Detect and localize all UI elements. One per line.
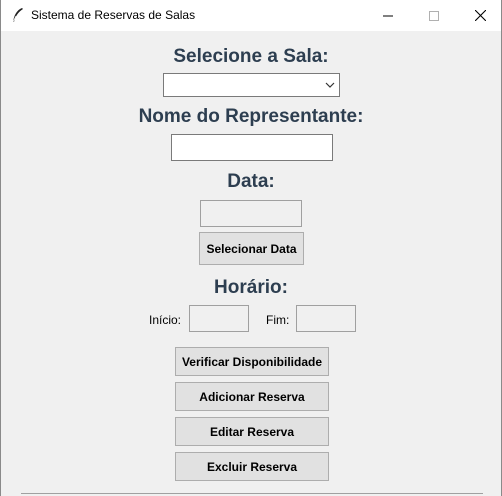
data-label: Data: xyxy=(227,171,275,192)
bottom-divider xyxy=(21,493,483,494)
representante-label: Nome do Representante: xyxy=(138,106,364,127)
adicionar-reserva-button[interactable]: Adicionar Reserva xyxy=(175,382,329,411)
chevron-down-icon xyxy=(325,82,335,88)
excluir-reserva-button[interactable]: Excluir Reserva xyxy=(175,452,329,481)
horario-label: Horário: xyxy=(214,277,288,298)
fim-label: Fim: xyxy=(266,313,290,327)
editar-reserva-button[interactable]: Editar Reserva xyxy=(175,417,329,446)
sala-label: Selecione a Sala: xyxy=(173,46,329,67)
window-title: Sistema de Reservas de Salas xyxy=(31,8,196,22)
representante-input[interactable] xyxy=(171,134,333,161)
inicio-label: Início: xyxy=(149,313,182,327)
feather-icon xyxy=(12,8,23,23)
data-field[interactable] xyxy=(200,200,302,227)
selecionar-data-button[interactable]: Selecionar Data xyxy=(199,232,304,265)
title-bar[interactable]: Sistema de Reservas de Salas xyxy=(1,0,501,31)
verificar-disponibilidade-button[interactable]: Verificar Disponibilidade xyxy=(175,347,329,376)
minimize-button[interactable] xyxy=(365,0,411,31)
close-icon xyxy=(474,10,486,21)
sala-combobox[interactable] xyxy=(163,73,340,97)
minimize-icon xyxy=(383,15,393,16)
inicio-field[interactable] xyxy=(189,305,249,332)
app-window: Sistema de Reservas de Salas Selecione a… xyxy=(0,0,502,496)
close-button[interactable] xyxy=(457,0,502,31)
maximize-icon xyxy=(429,10,439,21)
fim-field[interactable] xyxy=(296,305,356,332)
maximize-button[interactable] xyxy=(411,0,457,31)
